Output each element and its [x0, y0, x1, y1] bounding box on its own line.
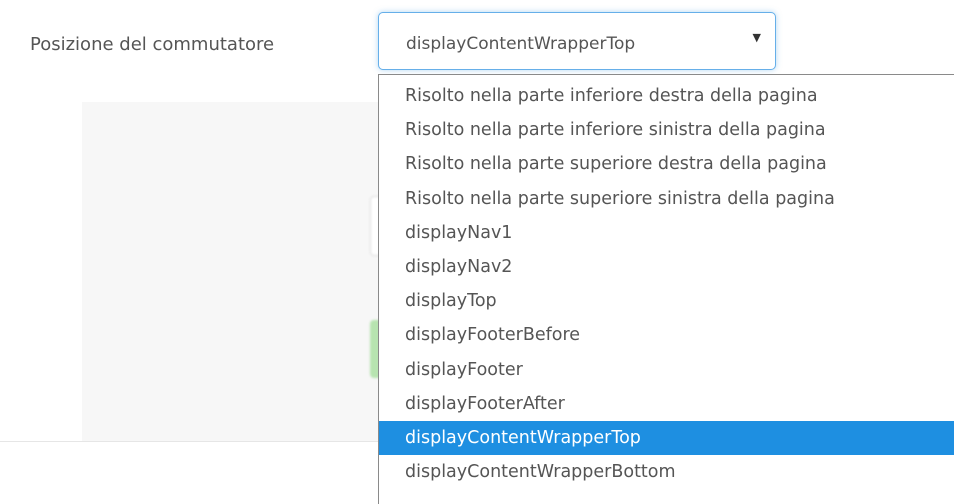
dropdown-option-selected[interactable]: displayContentWrapperTop — [379, 421, 954, 455]
dropdown-option[interactable]: Risolto nella parte superiore destra del… — [379, 147, 954, 181]
dropdown-option[interactable]: displayTop — [379, 284, 954, 318]
dropdown-option[interactable]: displayContentWrapperBottom — [379, 455, 954, 489]
position-select[interactable]: displayContentWrapperTop ▼ — [378, 12, 776, 70]
dropdown-listbox[interactable]: Risolto nella parte inferiore destra del… — [378, 74, 954, 504]
background-panel — [82, 102, 382, 442]
dropdown-option[interactable]: displayNav1 — [379, 216, 954, 250]
dropdown-option[interactable]: displayFooterAfter — [379, 387, 954, 421]
dropdown-option[interactable]: displayFooter — [379, 353, 954, 387]
dropdown-option[interactable]: displayNav2 — [379, 250, 954, 284]
dropdown-option[interactable]: Risolto nella parte inferiore sinistra d… — [379, 113, 954, 147]
dropdown-option[interactable]: Risolto nella parte superiore sinistra d… — [379, 182, 954, 216]
dropdown-caret-icon: ▼ — [752, 31, 761, 44]
select-value: displayContentWrapperTop — [406, 34, 636, 54]
dropdown-option[interactable]: displayFooterBefore — [379, 318, 954, 352]
dropdown-option[interactable]: Risolto nella parte inferiore destra del… — [379, 79, 954, 113]
field-label: Posizione del commutatore — [30, 34, 275, 55]
